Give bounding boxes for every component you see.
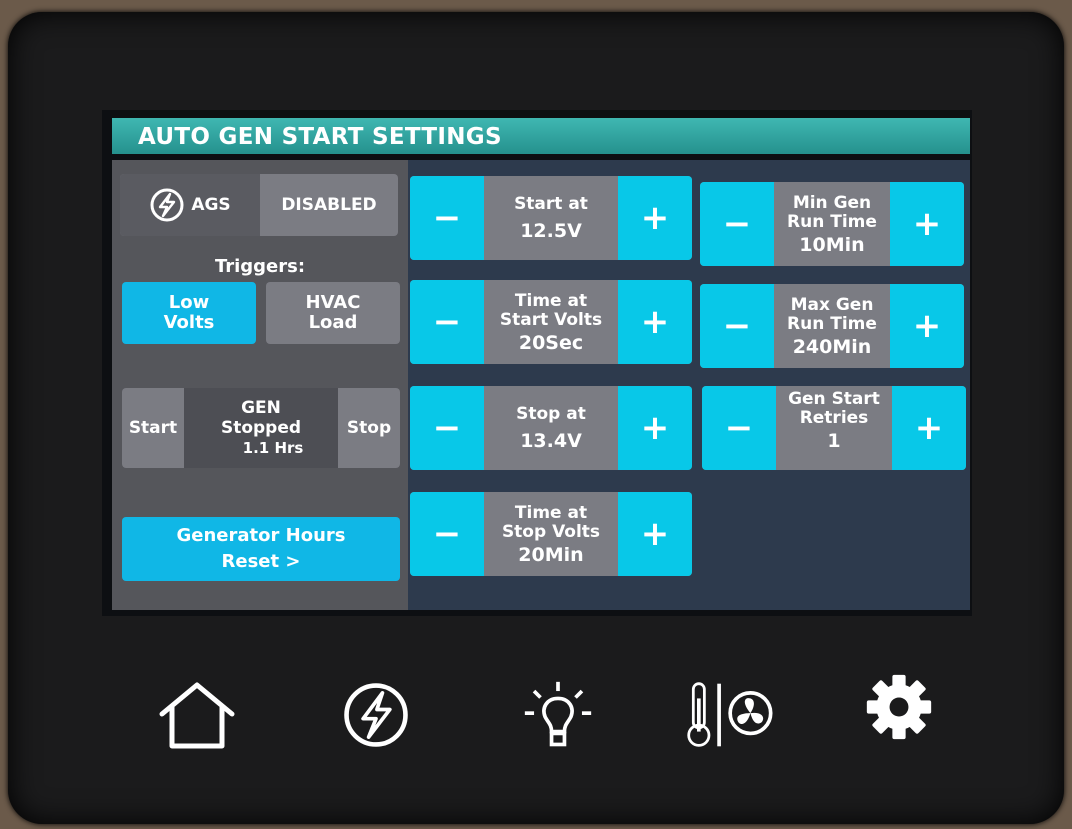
max-gen-run-time-plus-button[interactable]: +: [890, 284, 964, 368]
stop-at-minus-button[interactable]: −: [410, 386, 484, 470]
min-gen-run-time-value: 10Min: [799, 233, 865, 256]
min-gen-run-time-label-1: Min Gen: [792, 192, 872, 213]
ags-label: AGS: [191, 195, 231, 215]
gen-start-retries-stepper: − Gen Start Retries 1 +: [702, 386, 966, 470]
gen-status: GEN Stopped 1.1 Hrs: [184, 388, 338, 468]
start-at-display: Start at 12.5V: [484, 176, 618, 260]
generator-hours-label: Generator Hours: [176, 525, 346, 546]
start-at-plus-button[interactable]: +: [618, 176, 692, 260]
generator-hours-reset-label: Reset >: [221, 551, 301, 572]
time-at-stop-volts-minus-button[interactable]: −: [410, 492, 484, 576]
min-gen-run-time-label-2: Run Time: [787, 211, 877, 232]
stop-at-stepper: − Stop at 13.4V +: [410, 386, 692, 470]
time-at-start-volts-label-1: Time at: [514, 290, 588, 311]
low-volts-label-1: Low: [168, 292, 210, 313]
stop-at-display: Stop at 13.4V: [484, 386, 618, 470]
gen-start-retries-display: Gen Start Retries 1: [776, 386, 892, 470]
max-gen-run-time-display: Max Gen Run Time 240Min: [774, 284, 890, 368]
home-icon[interactable]: [156, 680, 238, 750]
time-at-stop-volts-label-2: Stop Volts: [501, 521, 601, 542]
triggers-heading: Triggers:: [214, 256, 306, 277]
gen-stop-label: Stop: [346, 418, 392, 438]
page-title: AUTO GEN START SETTINGS: [112, 118, 970, 154]
time-at-stop-volts-stepper: − Time at Stop Volts 20Min +: [410, 492, 692, 576]
stop-at-value: 13.4V: [520, 430, 582, 452]
ags-toggle[interactable]: AGS DISABLED: [120, 174, 398, 236]
light-icon[interactable]: [518, 680, 598, 750]
gen-status-hours: 1.1 Hrs: [242, 439, 304, 457]
gen-start-retries-minus-button[interactable]: −: [702, 386, 776, 470]
time-at-stop-volts-plus-button[interactable]: +: [618, 492, 692, 576]
low-volts-trigger-button[interactable]: Low Volts: [122, 282, 256, 344]
hvac-load-label-2: Load: [308, 312, 358, 333]
min-gen-run-time-minus-button[interactable]: −: [700, 182, 774, 266]
ags-label-cell: AGS: [120, 174, 260, 236]
ags-status-cell: DISABLED: [260, 174, 398, 236]
gen-status-line2: Stopped: [220, 418, 302, 438]
ags-status: DISABLED: [281, 195, 377, 215]
generator-icon: [150, 188, 184, 222]
start-at-minus-button[interactable]: −: [410, 176, 484, 260]
time-at-stop-volts-display: Time at Stop Volts 20Min: [484, 492, 618, 576]
climate-fan-icon[interactable]: [682, 680, 782, 750]
time-at-stop-volts-label-1: Time at: [514, 502, 588, 523]
gen-status-line1: GEN: [241, 398, 281, 418]
touch-screen: AUTO GEN START SETTINGS AGS DISABLED Tri…: [102, 110, 972, 616]
max-gen-run-time-label-2: Run Time: [787, 313, 877, 334]
hvac-load-trigger-button[interactable]: HVAC Load: [266, 282, 400, 344]
start-at-stepper: − Start at 12.5V +: [410, 176, 692, 260]
gen-start-retries-value: 1: [827, 430, 841, 452]
start-at-value: 12.5V: [520, 220, 582, 242]
min-gen-run-time-plus-button[interactable]: +: [890, 182, 964, 266]
gen-start-label: Start: [128, 418, 178, 438]
time-at-start-volts-label-2: Start Volts: [499, 309, 603, 330]
settings-gear-icon[interactable]: [862, 672, 936, 742]
gen-start-retries-label-2: Retries: [799, 408, 869, 428]
gen-start-button[interactable]: Start: [122, 388, 184, 468]
gen-start-retries-label-1: Gen Start: [788, 389, 880, 409]
max-gen-run-time-minus-button[interactable]: −: [700, 284, 774, 368]
min-gen-run-time-display: Min Gen Run Time 10Min: [774, 182, 890, 266]
max-gen-run-time-value: 240Min: [792, 335, 872, 358]
time-at-start-volts-value: 20Sec: [518, 331, 584, 354]
generator-icon[interactable]: [338, 680, 414, 750]
gen-start-retries-plus-button[interactable]: +: [892, 386, 966, 470]
time-at-start-volts-plus-button[interactable]: +: [618, 280, 692, 364]
max-gen-run-time-stepper: − Max Gen Run Time 240Min +: [700, 284, 964, 368]
start-at-label: Start at: [514, 194, 588, 214]
generator-hours-reset-button[interactable]: Generator Hours Reset >: [122, 517, 400, 581]
left-panel: AGS DISABLED Triggers: Low Volts HVAC Lo…: [112, 160, 408, 610]
gen-control: Start GEN Stopped 1.1 Hrs Stop: [122, 388, 400, 468]
hvac-load-label-1: HVAC: [305, 292, 361, 313]
max-gen-run-time-label-1: Max Gen: [790, 294, 874, 315]
time-at-start-volts-stepper: − Time at Start Volts 20Sec +: [410, 280, 692, 364]
stop-at-label: Stop at: [516, 404, 586, 424]
time-at-stop-volts-value: 20Min: [518, 543, 584, 566]
time-at-start-volts-minus-button[interactable]: −: [410, 280, 484, 364]
gen-stop-button[interactable]: Stop: [338, 388, 400, 468]
low-volts-label-2: Volts: [163, 312, 215, 333]
stop-at-plus-button[interactable]: +: [618, 386, 692, 470]
min-gen-run-time-stepper: − Min Gen Run Time 10Min +: [700, 182, 964, 266]
time-at-start-volts-display: Time at Start Volts 20Sec: [484, 280, 618, 364]
